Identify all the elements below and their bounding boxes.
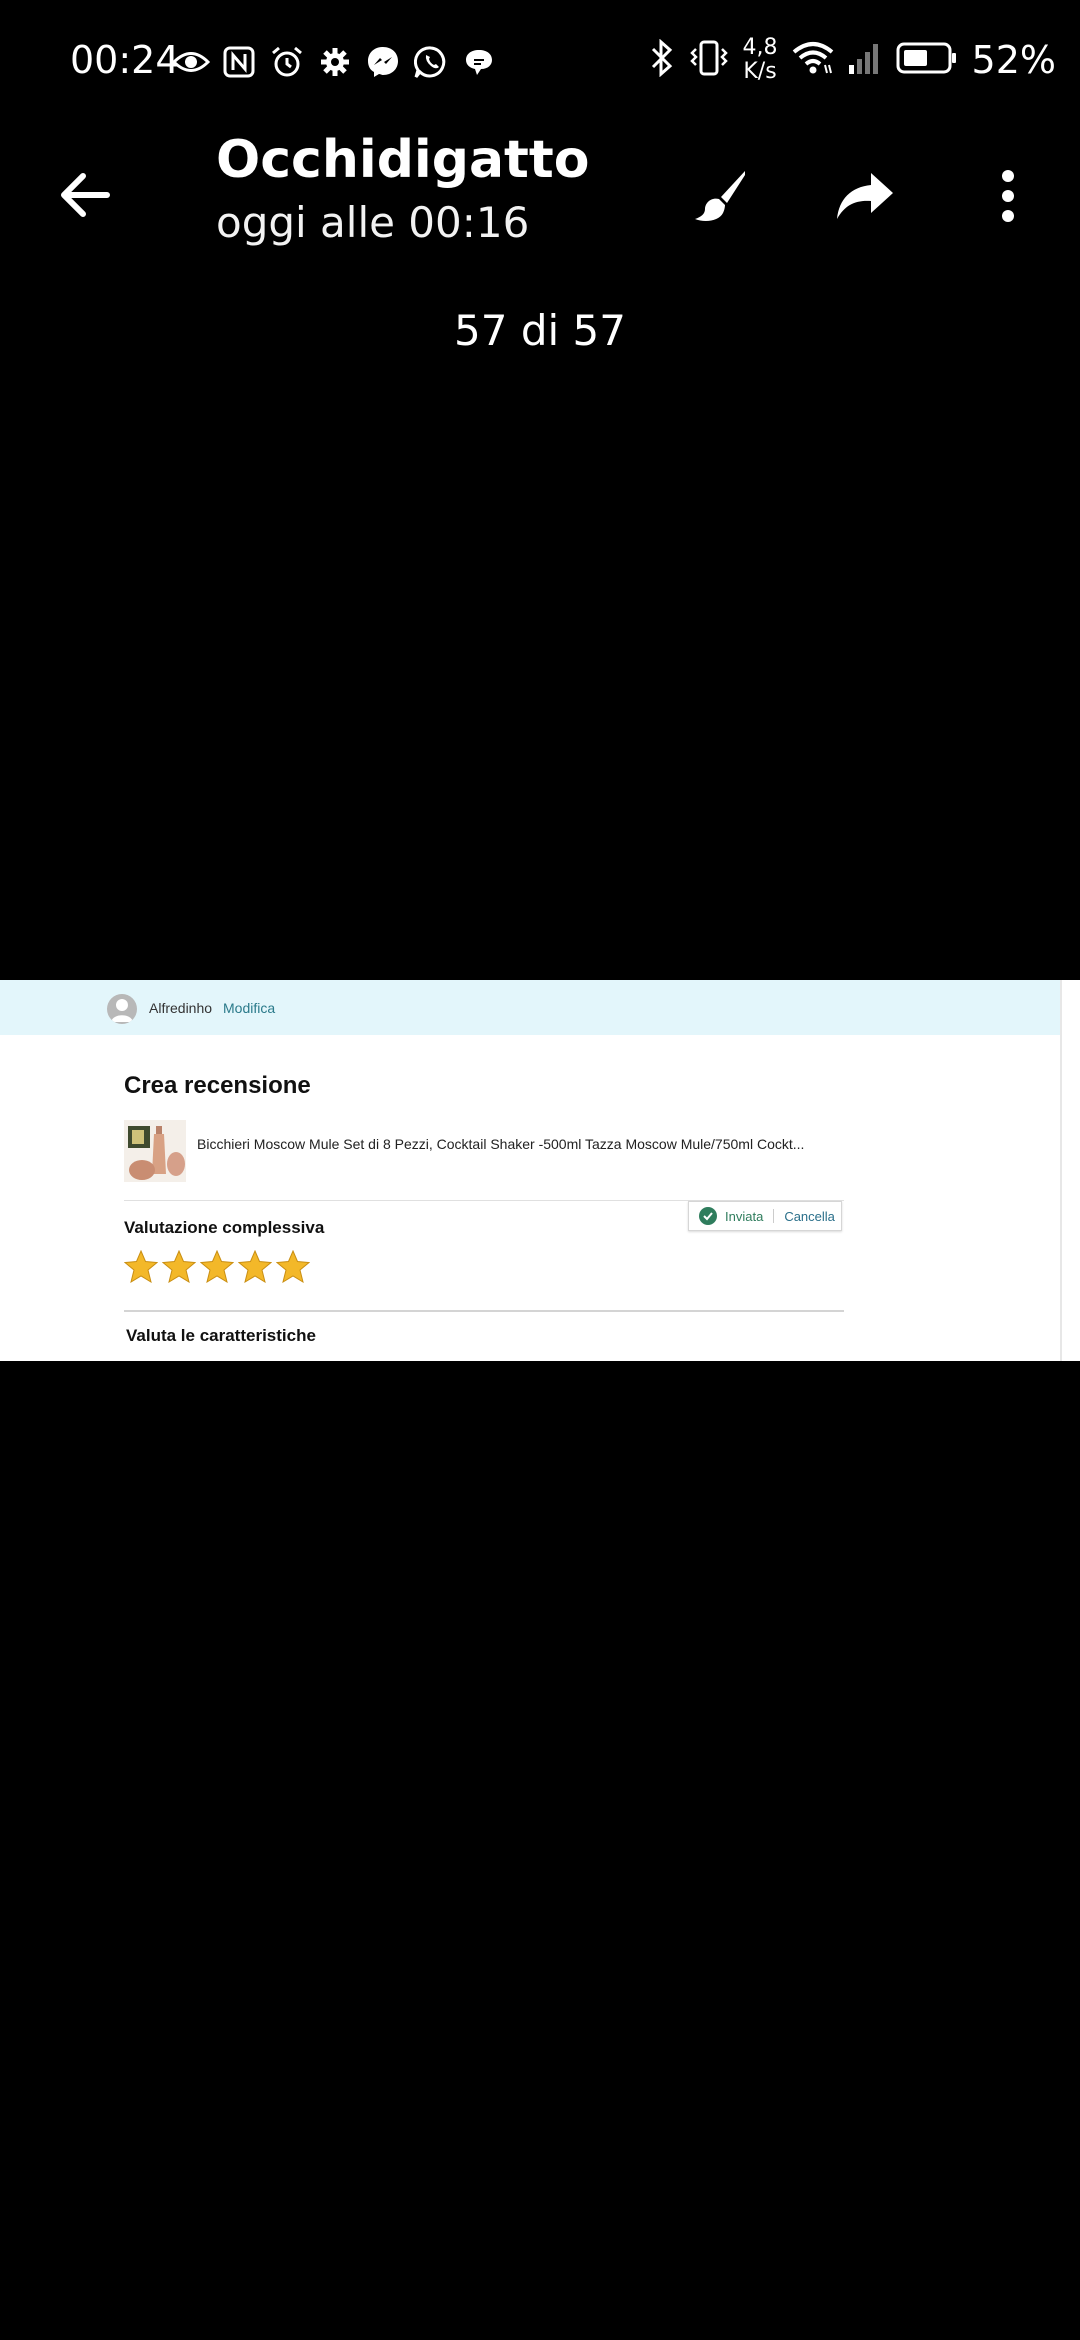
messenger-icon	[364, 43, 402, 81]
alarm-icon	[268, 43, 306, 81]
more-vertical-icon	[1002, 170, 1014, 222]
username: Alfredinho	[149, 1000, 213, 1016]
image-counter: 57 di 57	[454, 306, 626, 355]
user-avatar-icon	[111, 999, 133, 1022]
chat-bubble-icon	[460, 43, 498, 81]
viewed-image[interactable]: Alfredinho Modifica Crea recensione Bicc…	[0, 980, 1080, 1361]
network-speed-value: 4,8	[742, 35, 778, 60]
submitted-badge: Inviata Cancella	[688, 1201, 842, 1231]
review-heading: Crea recensione	[124, 1072, 311, 1099]
network-speed-unit: K/s	[743, 59, 777, 84]
star-rating	[124, 1250, 310, 1283]
wifi-icon	[792, 41, 834, 80]
edit-profile-link: Modifica	[223, 1000, 276, 1016]
paintbrush-icon	[695, 171, 745, 221]
forward-button[interactable]	[825, 156, 905, 236]
submitted-label: Inviata	[725, 1208, 764, 1224]
nfc-icon	[220, 43, 258, 81]
whatsapp-icon	[412, 43, 450, 81]
app-bar: Occhidigatto oggi alle 00:16	[0, 120, 1080, 260]
status-time: 00:24	[70, 38, 180, 82]
avatar	[107, 994, 137, 1024]
panel-edge	[1060, 980, 1062, 1361]
separator	[773, 1209, 775, 1223]
star-icon	[162, 1250, 196, 1283]
timestamp: oggi alle 00:16	[216, 198, 530, 247]
edit-button[interactable]	[680, 156, 760, 236]
more-options-button[interactable]	[968, 156, 1048, 236]
star-icon	[238, 1250, 272, 1283]
vibrate-icon	[689, 39, 729, 82]
forward-arrow-icon	[837, 173, 893, 219]
product-title: Bicchieri Moscow Mule Set di 8 Pezzi, Co…	[197, 1136, 805, 1152]
overall-rating-label: Valutazione complessiva	[124, 1218, 325, 1237]
back-arrow-icon	[61, 173, 110, 217]
star-icon	[124, 1250, 158, 1283]
network-speed: 4,8 K/s	[743, 36, 778, 84]
battery-icon	[896, 41, 958, 80]
signal-icon	[848, 41, 882, 80]
product-thumbnail	[124, 1120, 186, 1182]
battery-percent: 52%	[971, 38, 1056, 82]
divider	[124, 1310, 844, 1312]
features-rating-label: Valuta le caratteristiche	[126, 1326, 316, 1345]
status-bar: 00:24 4,8 K/s 52%	[0, 0, 1080, 120]
back-button[interactable]	[50, 160, 120, 230]
bluetooth-icon	[649, 38, 675, 82]
notification-icons	[172, 40, 498, 84]
cancel-link: Cancella	[784, 1208, 835, 1224]
settings-gear-icon	[316, 43, 354, 81]
star-icon	[200, 1250, 234, 1283]
star-icon	[276, 1250, 310, 1283]
checkmark-icon	[699, 1207, 717, 1225]
eye-icon	[172, 43, 210, 81]
conversation-title: Occhidigatto	[216, 130, 590, 190]
system-icons: 4,8 K/s 52%	[649, 30, 1056, 90]
